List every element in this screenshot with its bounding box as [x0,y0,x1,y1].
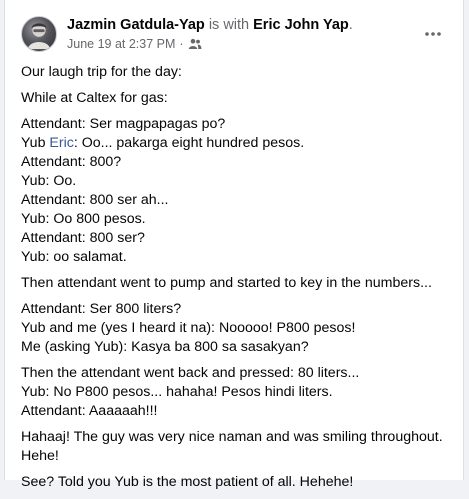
meta-separator: · [179,37,184,51]
post-card: Jazmin Gatdula-Yap is with Eric John Yap… [4,0,464,490]
post-paragraph-8: See? Told you Yub is the most patient of… [21,473,451,492]
post-text-line: Attendant: 800 ser ah... [21,192,169,208]
post-text-line: Attendant: Aaaaaah!!! [21,403,158,419]
mention-link[interactable]: Eric [49,135,73,151]
post-text-line: Hahaaj! The guy was very nice naman and … [21,429,443,445]
author-line: Jazmin Gatdula-Yap is with Eric John Yap… [67,17,353,33]
post-paragraph-6: Then the attendant went back and pressed… [21,364,451,421]
post-header: Jazmin Gatdula-Yap is with Eric John Yap… [21,14,447,58]
post-text-line: Attendant: Ser magpapagas po? [21,116,226,132]
post-text-line: Yub: Oo 800 pesos. [21,211,146,227]
author-name[interactable]: Jazmin Gatdula-Yap [67,17,205,33]
tagged-name[interactable]: Eric John Yap [253,17,349,33]
post-text-line: Then the attendant went back and pressed… [21,365,360,381]
post-text-line: Hehe! [21,448,59,464]
post-text-line: Attendant: 800 ser? [21,230,145,246]
post-paragraph-1: Our laugh trip for the day: [21,63,451,82]
avatar[interactable] [21,16,57,52]
post-text-line: Attendant: 800? [21,154,122,170]
post-meta: June 19 at 2:37 PM · [67,37,202,51]
post-text-line: Attendant: Ser 800 liters? [21,301,182,317]
post-body: Our laugh trip for the day: While at Cal… [21,63,451,499]
post-text-line: Yub: oo salamat. [21,249,127,265]
post-text-line: Yub Eric: Oo... pakarga eight hundred pe… [21,134,451,153]
post-paragraph-3: Attendant: Ser magpapagas po? Yub Eric: … [21,115,451,267]
profile-photo-icon [27,23,51,50]
more-options-icon [425,32,441,36]
tagged-suffix: . [348,17,353,33]
text-fragment: : Oo... pakarga eight hundred pesos. [73,135,305,151]
post-text-line: Me (asking Yub): Kasya ba 800 sa sasakya… [21,339,309,355]
post-paragraph-2: While at Caltex for gas: [21,89,451,108]
post-paragraph-5: Attendant: Ser 800 liters? Yub and me (y… [21,300,451,357]
post-text-line: Yub and me (yes I heard it na): Nooooo! … [21,320,356,336]
with-text: is with [204,17,254,33]
post-paragraph-4: Then attendant went to pump and started … [21,274,451,293]
text-fragment: Yub [21,135,50,151]
post-text-line: See? Told you Yub is the most patient of… [21,474,354,490]
post-text-line: Yub: Oo. [21,173,77,189]
post-timestamp[interactable]: June 19 at 2:37 PM [67,37,175,51]
friends-icon[interactable] [188,38,202,50]
post-text-line: Yub: No P800 pesos... hahaha! Pesos hind… [21,384,333,400]
post-text-line: While at Caltex for gas: [21,90,168,106]
post-text-line: Our laugh trip for the day: [21,64,182,80]
more-options-button[interactable] [419,20,447,48]
post-paragraph-7: Hahaaj! The guy was very nice naman and … [21,428,451,466]
post-text-line: Then attendant went to pump and started … [21,275,432,291]
